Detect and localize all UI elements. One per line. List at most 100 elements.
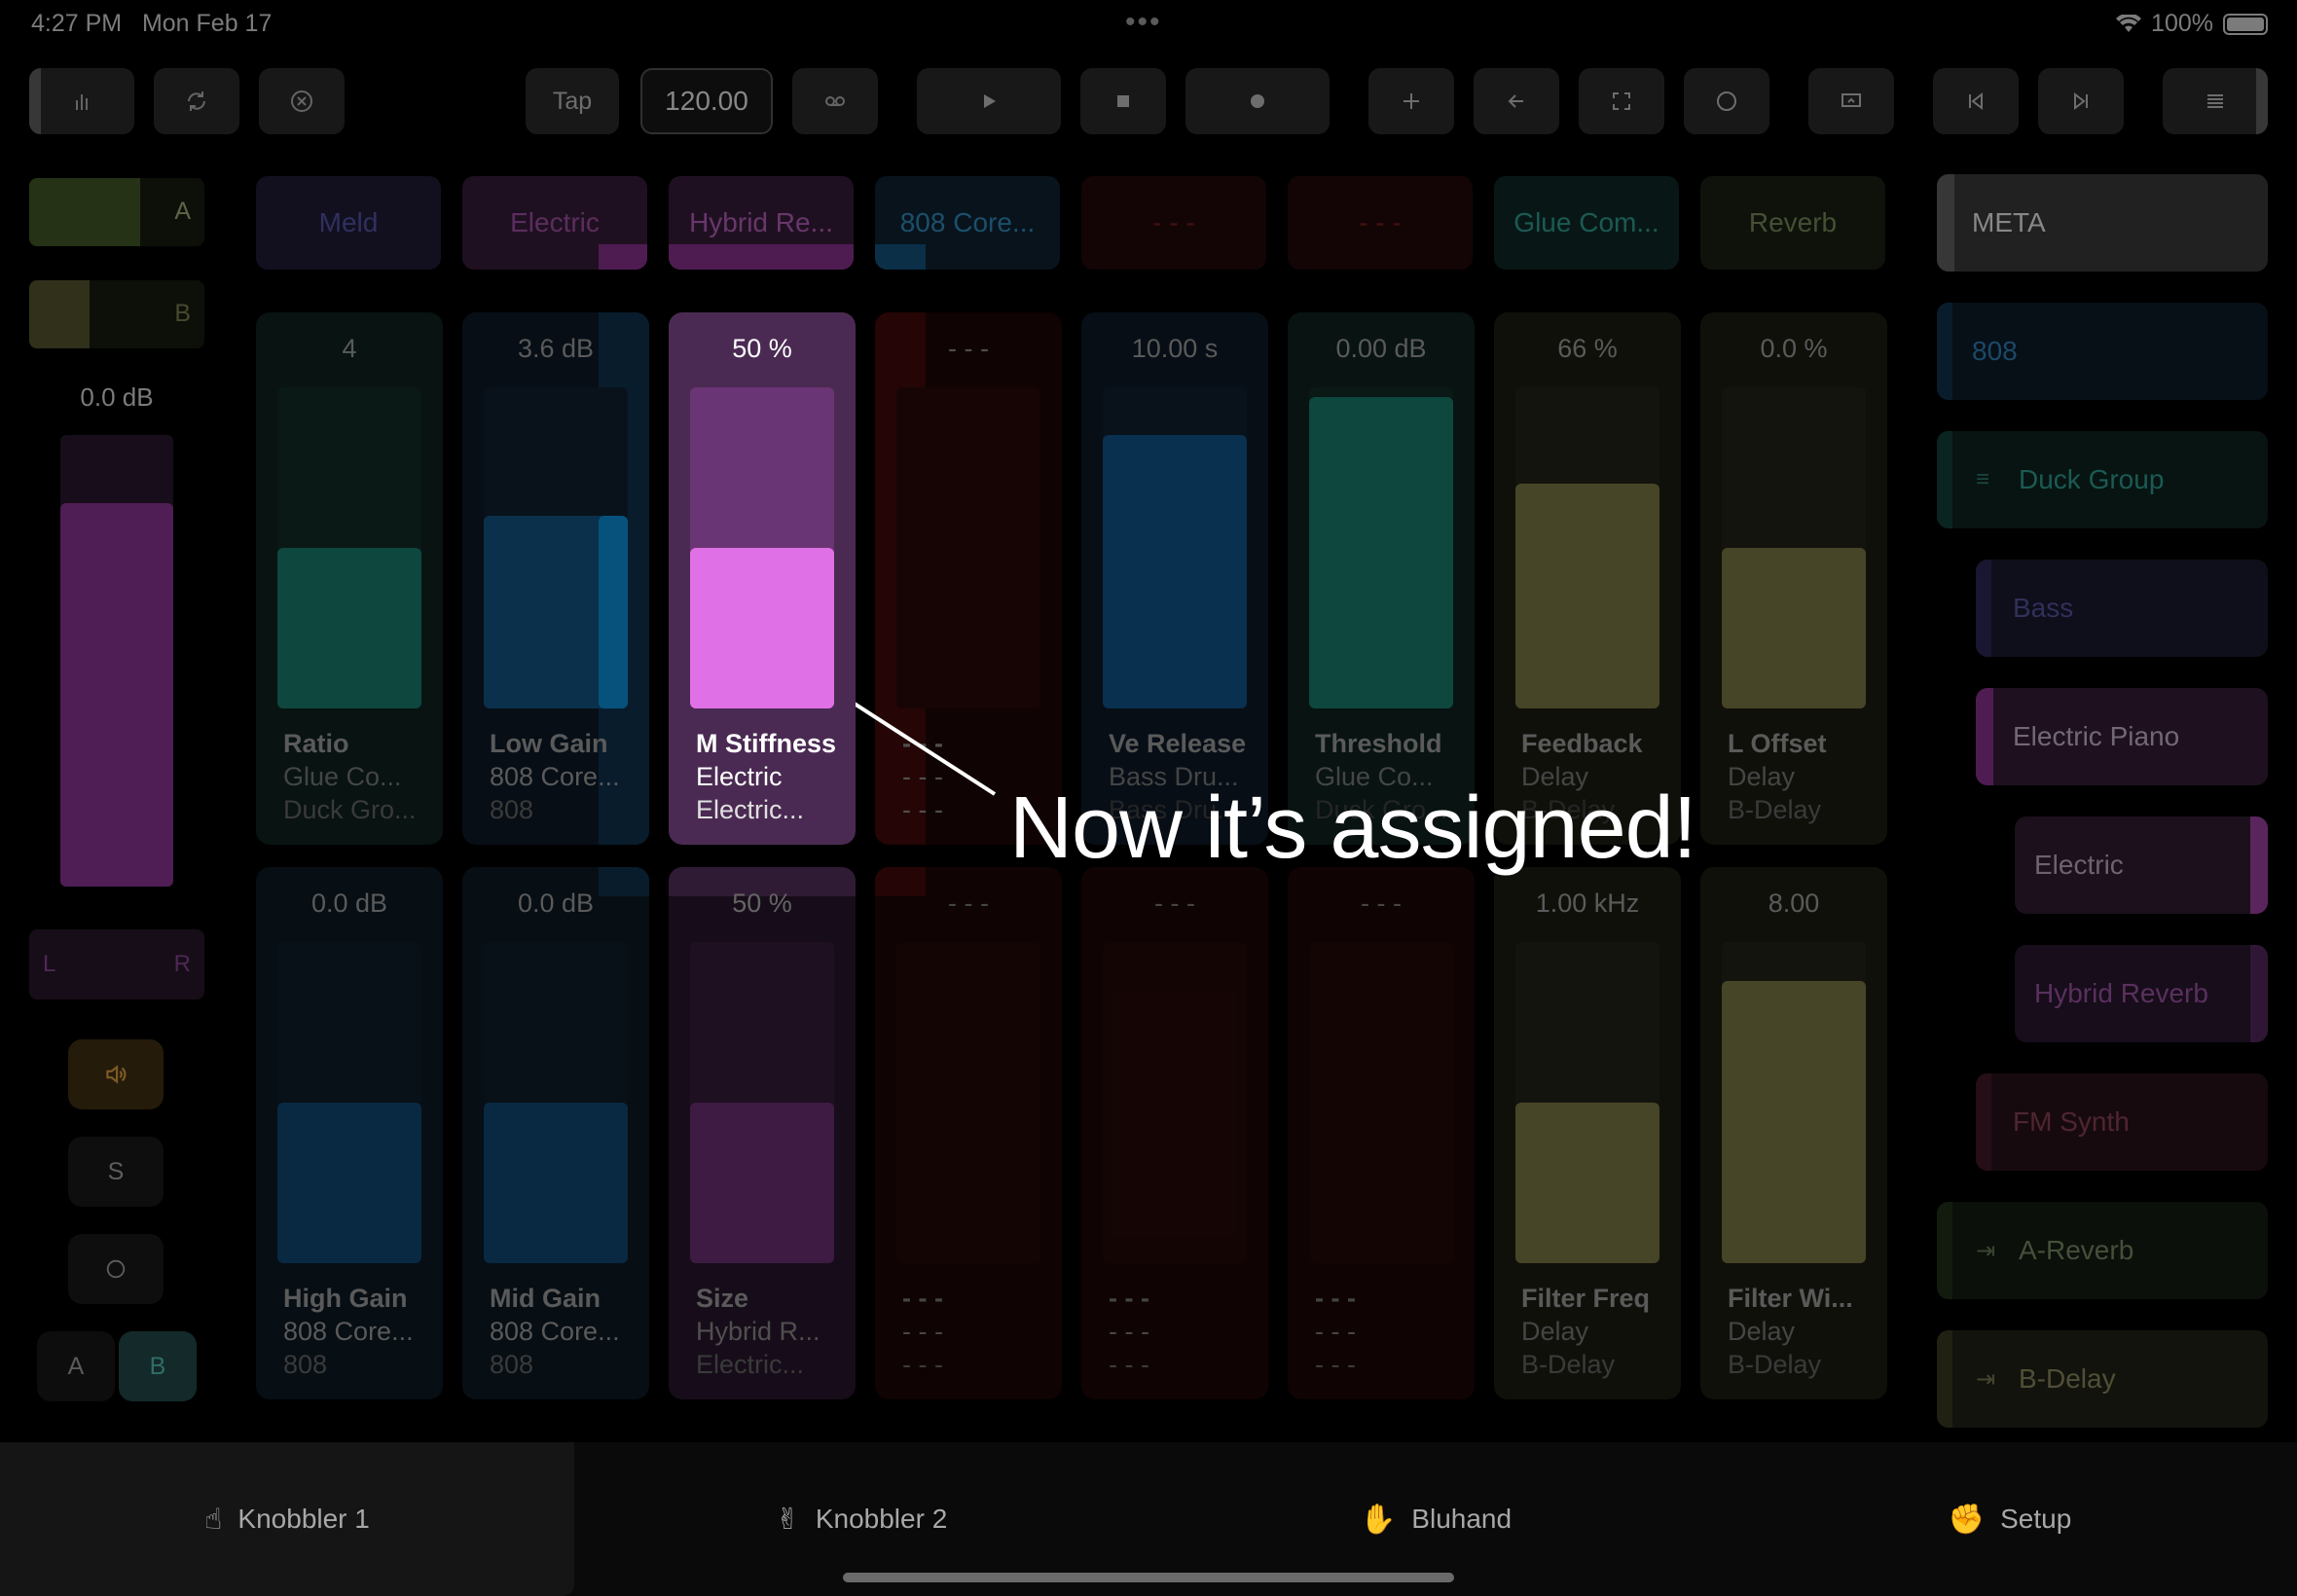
param-card-empty-1[interactable]: - - - - - - - - - - - - xyxy=(875,312,1062,845)
loop-button[interactable] xyxy=(792,68,878,134)
param-value: 0.0 dB xyxy=(517,889,595,918)
add-button[interactable] xyxy=(1368,68,1454,134)
param-card-mid-gain[interactable]: 0.0 dB Mid Gain 808 Core... 808 xyxy=(462,867,649,1399)
param-name: M Stiffness xyxy=(696,729,837,758)
skip-back-icon xyxy=(1969,91,1983,111)
param-card-filter-width[interactable]: 8.00 Filter Wi... Delay B-Delay xyxy=(1700,867,1887,1399)
param-fill-accent xyxy=(599,516,628,708)
param-name: L Offset xyxy=(1728,729,1827,758)
mute-button[interactable] xyxy=(68,1039,164,1109)
multitasking-dots-icon[interactable]: ••• xyxy=(1125,6,1162,39)
param-card-filter-freq[interactable]: 1.00 kHz Filter Freq Delay B-Delay xyxy=(1494,867,1681,1399)
track-color-bar xyxy=(2250,816,2268,914)
param-fill xyxy=(484,1103,628,1263)
track-item-electric[interactable]: Electric xyxy=(2015,816,2268,914)
slot-a[interactable]: A xyxy=(29,178,204,246)
param-value: 0.00 dB xyxy=(1335,334,1427,363)
device-header-electric[interactable]: Electric xyxy=(462,176,647,270)
menu-button[interactable] xyxy=(2163,68,2268,134)
slot-b[interactable]: B xyxy=(29,280,204,348)
battery-icon xyxy=(2223,13,2268,35)
device-header-hybrid-reverb[interactable]: Hybrid Re... xyxy=(669,176,854,270)
param-device: 808 Core... xyxy=(490,762,620,791)
param-card-m-stiffness[interactable]: 50 % M Stiffness Electric Electric... xyxy=(669,312,856,845)
track-item-duck-group[interactable]: ≡ Duck Group xyxy=(1937,431,2268,528)
track-label: Bass xyxy=(2013,593,2074,623)
stop-button[interactable] xyxy=(1080,68,1166,134)
solo-button[interactable]: S xyxy=(68,1137,164,1207)
crossfade-b-button[interactable]: B xyxy=(119,1331,197,1401)
param-card-high-gain[interactable]: 0.0 dB High Gain 808 Core... 808 xyxy=(256,867,443,1399)
tab-setup[interactable]: ✊ Setup xyxy=(1723,1442,2297,1596)
param-value: 50 % xyxy=(732,889,792,918)
param-device: 808 Core... xyxy=(283,1317,414,1346)
device-header-marker xyxy=(669,244,854,270)
device-header-reverb[interactable]: Reverb xyxy=(1700,176,1885,270)
param-fill xyxy=(277,548,421,708)
param-name: - - - xyxy=(902,729,943,758)
mixer-view-button[interactable] xyxy=(29,68,134,134)
param-card-empty-4[interactable]: - - - - - - - - - - - - xyxy=(1288,867,1475,1399)
param-track-name: 808 xyxy=(490,795,534,824)
circle-button[interactable] xyxy=(1684,68,1769,134)
param-value: 1.00 kHz xyxy=(1535,889,1640,918)
track-color-bar xyxy=(1937,431,1952,528)
param-name: Ratio xyxy=(283,729,349,758)
device-header-empty-2[interactable]: - - - xyxy=(1288,176,1473,270)
param-name: Feedback xyxy=(1521,729,1643,758)
param-card-ve-release[interactable]: 10.00 s Ve Release Bass Dru... Bass Dru.… xyxy=(1081,312,1268,845)
previous-button[interactable] xyxy=(1933,68,2019,134)
refresh-button[interactable] xyxy=(154,68,239,134)
param-card-low-gain[interactable]: 3.6 dB Low Gain 808 Core... 808 xyxy=(462,312,649,845)
param-card-size[interactable]: 50 % Size Hybrid R... Electric... xyxy=(669,867,856,1399)
param-value: 0.0 dB xyxy=(310,889,388,918)
bars-icon xyxy=(76,94,88,110)
arm-button[interactable] xyxy=(68,1234,164,1304)
param-value: 0.0 % xyxy=(1760,334,1828,363)
device-header-label: Hybrid Re... xyxy=(689,207,833,237)
track-item-fm-synth[interactable]: FM Synth xyxy=(1976,1073,2268,1171)
record-button[interactable] xyxy=(1185,68,1330,134)
track-item-808[interactable]: 808 xyxy=(1937,303,2268,400)
tab-label: Knobbler 1 xyxy=(237,1504,370,1534)
track-item-bass[interactable]: Bass xyxy=(1976,560,2268,657)
device-header-glue-compressor[interactable]: Glue Com... xyxy=(1494,176,1679,270)
home-indicator[interactable] xyxy=(843,1573,1454,1582)
param-value: - - - xyxy=(948,889,989,918)
param-card-feedback[interactable]: 66 % Feedback Delay B-Delay xyxy=(1494,312,1681,845)
param-card-empty-2[interactable]: - - - - - - - - - - - - xyxy=(875,867,1062,1399)
device-header-empty-1[interactable]: - - - xyxy=(1081,176,1266,270)
play-button[interactable] xyxy=(917,68,1061,134)
tab-knobbler-1[interactable]: ☝ Knobbler 1 xyxy=(0,1442,574,1596)
tab-label: Bluhand xyxy=(1411,1504,1513,1534)
track-label: Electric Piano xyxy=(2013,721,2180,751)
device-header-meld[interactable]: Meld xyxy=(256,176,441,270)
capture-button[interactable] xyxy=(1808,68,1894,134)
track-item-electric-piano[interactable]: Electric Piano xyxy=(1976,688,2268,785)
device-header-808-core[interactable]: 808 Core... xyxy=(875,176,1060,270)
param-card-ratio[interactable]: 4 Ratio Glue Co... Duck Gro... xyxy=(256,312,443,845)
back-button[interactable] xyxy=(1474,68,1559,134)
track-item-hybrid-reverb[interactable]: Hybrid Reverb xyxy=(2015,945,2268,1042)
param-card-empty-3[interactable]: - - - - - - - - - - - - xyxy=(1081,867,1268,1399)
param-device: Delay xyxy=(1728,762,1796,791)
next-button[interactable] xyxy=(2038,68,2124,134)
param-track-name: Electric... xyxy=(696,795,805,824)
crossfade-a-button[interactable]: A xyxy=(37,1331,115,1401)
param-fill xyxy=(690,548,834,708)
track-item-b-delay[interactable]: ⇥ B-Delay xyxy=(1937,1330,2268,1428)
param-card-l-offset[interactable]: 0.0 % L Offset Delay B-Delay xyxy=(1700,312,1887,845)
param-name: - - - xyxy=(902,1284,943,1313)
track-color-bar xyxy=(1937,1330,1952,1428)
track-item-meta[interactable]: META xyxy=(1937,174,2268,272)
track-color-bar xyxy=(2250,945,2268,1042)
track-item-a-reverb[interactable]: ⇥ A-Reverb xyxy=(1937,1202,2268,1299)
tempo-field[interactable]: 120.00 xyxy=(640,68,773,134)
close-button[interactable] xyxy=(259,68,345,134)
pan-slider[interactable]: L R xyxy=(29,929,204,999)
param-track xyxy=(896,942,1040,1263)
stop-icon xyxy=(1117,95,1129,107)
param-card-threshold[interactable]: 0.00 dB Threshold Glue Co... Duck Gro... xyxy=(1288,312,1475,845)
fullscreen-button[interactable] xyxy=(1579,68,1664,134)
tap-tempo-button[interactable]: Tap xyxy=(526,68,619,134)
